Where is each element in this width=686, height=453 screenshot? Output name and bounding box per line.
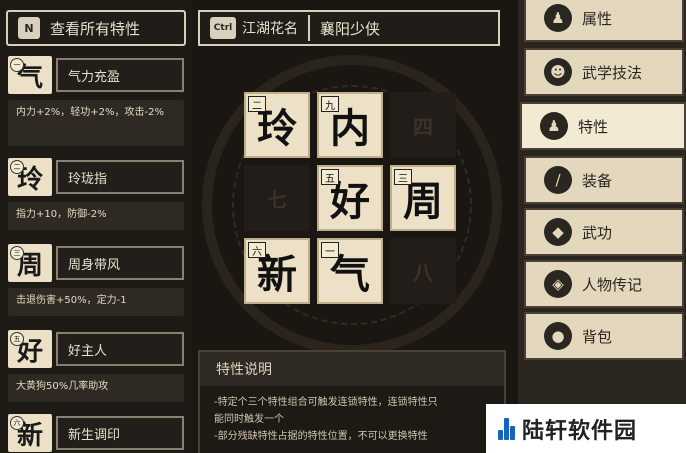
trait-number-badge: 二: [10, 160, 24, 174]
trait-list-panel: N 查看所有特性 一 气 气力充盈 内力+2%，轻功+2%，攻击-2% 二 玲 …: [0, 0, 192, 453]
trait-slot-empty[interactable]: 四: [390, 92, 456, 158]
trait-slot-filled[interactable]: 九内: [317, 92, 383, 158]
trait-board-panel: Ctrl 江湖花名 襄阳少侠 二玲九内 四七 五好三周六新一气 八 特性说明 -特定个…: [192, 0, 518, 453]
slot-glyph: 七: [267, 187, 287, 212]
tab-martial-techniques[interactable]: ☻ 武学技法: [524, 48, 684, 96]
view-all-traits-button[interactable]: N 查看所有特性: [6, 10, 186, 46]
trait-info-title: 特性说明: [200, 352, 504, 386]
tab-martial-arts[interactable]: ◆ 武功: [524, 208, 684, 256]
trait-number-badge: 一: [10, 58, 24, 72]
tab-label: 武学技法: [582, 63, 643, 82]
person-icon: ♟: [544, 4, 572, 32]
nickname-tag: 江湖花名: [242, 21, 298, 37]
trait-name: 新生调印: [56, 416, 184, 450]
person-icon: ♟: [540, 112, 568, 140]
trait-glyph-tile: 二 玲: [8, 158, 52, 196]
tab-biography[interactable]: ◈ 人物传记: [524, 260, 684, 308]
tab-label: 背包: [582, 327, 613, 346]
trait-slot-filled[interactable]: 一气: [317, 238, 383, 304]
nickname-bar[interactable]: Ctrl 江湖花名 襄阳少侠: [198, 10, 500, 46]
divider: [308, 15, 310, 41]
n-key-icon: N: [18, 17, 40, 39]
slot-glyph: 八: [413, 260, 433, 285]
watermark-logo-icon: [498, 417, 515, 440]
tab-label: 武功: [582, 223, 613, 242]
trait-slot-filled[interactable]: 三周: [390, 165, 456, 231]
trait-name: 玲珑指: [56, 160, 184, 194]
trait-info-line: -特定个三个特性组合可触发连锁特性，连锁特性只: [214, 397, 438, 408]
character-tabs: ♟ 属性 ☻ 武学技法 ♟ 特性 / 装备 ◆ 武功 ◈ 人物传记 ● 背包: [518, 0, 686, 453]
trait-slot-empty[interactable]: 八: [390, 238, 456, 304]
face-icon: ☻: [544, 58, 572, 86]
view-all-traits-label: 查看所有特性: [50, 19, 141, 38]
trait-info-line: 能同时触发一个: [214, 414, 284, 425]
trait-slot-empty[interactable]: 七: [244, 165, 310, 231]
tab-label: 人物传记: [582, 275, 643, 294]
nickname-value: 襄阳少侠: [320, 19, 381, 38]
slot-number-badge: 三: [394, 169, 412, 185]
trait-description: 大黄狗50%几率助攻: [8, 374, 184, 402]
trait-description: 指力+10，防御-2%: [8, 202, 184, 230]
slot-number-badge: 六: [248, 242, 266, 258]
trait-description: 内力+2%，轻功+2%，攻击-2%: [8, 100, 184, 146]
trait-slot-filled[interactable]: 六新: [244, 238, 310, 304]
trait-glyph-tile: 五 好: [8, 330, 52, 368]
trait-number-badge: 三: [10, 246, 24, 260]
tab-label: 特性: [578, 117, 609, 136]
slot-number-badge: 九: [321, 96, 339, 112]
slot-number-badge: 二: [248, 96, 266, 112]
trait-slot-filled[interactable]: 五好: [317, 165, 383, 231]
trait-name: 周身带风: [56, 246, 184, 280]
slot-glyph: 四: [413, 114, 433, 139]
watermark: 陆轩软件园: [486, 404, 686, 453]
trait-glyph-tile: 三 周: [8, 244, 52, 282]
watermark-text: 陆轩软件园: [522, 418, 638, 444]
tab-label: 装备: [582, 171, 613, 190]
trait-description: 击退伤害+50%，定力-1: [8, 288, 184, 316]
tab-traits[interactable]: ♟ 特性: [520, 102, 686, 150]
trait-name: 好主人: [56, 332, 184, 366]
scroll-icon: ◈: [544, 270, 572, 298]
slot-number-badge: 五: [321, 169, 339, 185]
trait-name: 气力充盈: [56, 58, 184, 92]
trait-info-line: -部分残缺特性占据的特性位置，不可以更换特性: [214, 431, 428, 442]
tab-equipment[interactable]: / 装备: [524, 156, 684, 204]
trait-number-badge: 五: [10, 332, 24, 346]
sword-icon: /: [544, 166, 572, 194]
tab-inventory[interactable]: ● 背包: [524, 312, 684, 360]
ctrl-key-icon: Ctrl: [210, 17, 236, 39]
book-icon: ◆: [544, 218, 572, 246]
trait-glyph-tile: 六 新: [8, 414, 52, 452]
trait-info-box: 特性说明 -特定个三个特性组合可触发连锁特性，连锁特性只 能同时触发一个 -部分…: [198, 350, 506, 453]
trait-glyph-tile: 一 气: [8, 56, 52, 94]
slot-number-badge: 一: [321, 242, 339, 258]
bag-icon: ●: [544, 322, 572, 350]
tab-attributes[interactable]: ♟ 属性: [524, 0, 684, 42]
trait-number-badge: 六: [10, 416, 24, 430]
trait-slot-filled[interactable]: 二玲: [244, 92, 310, 158]
tab-label: 属性: [582, 9, 613, 28]
